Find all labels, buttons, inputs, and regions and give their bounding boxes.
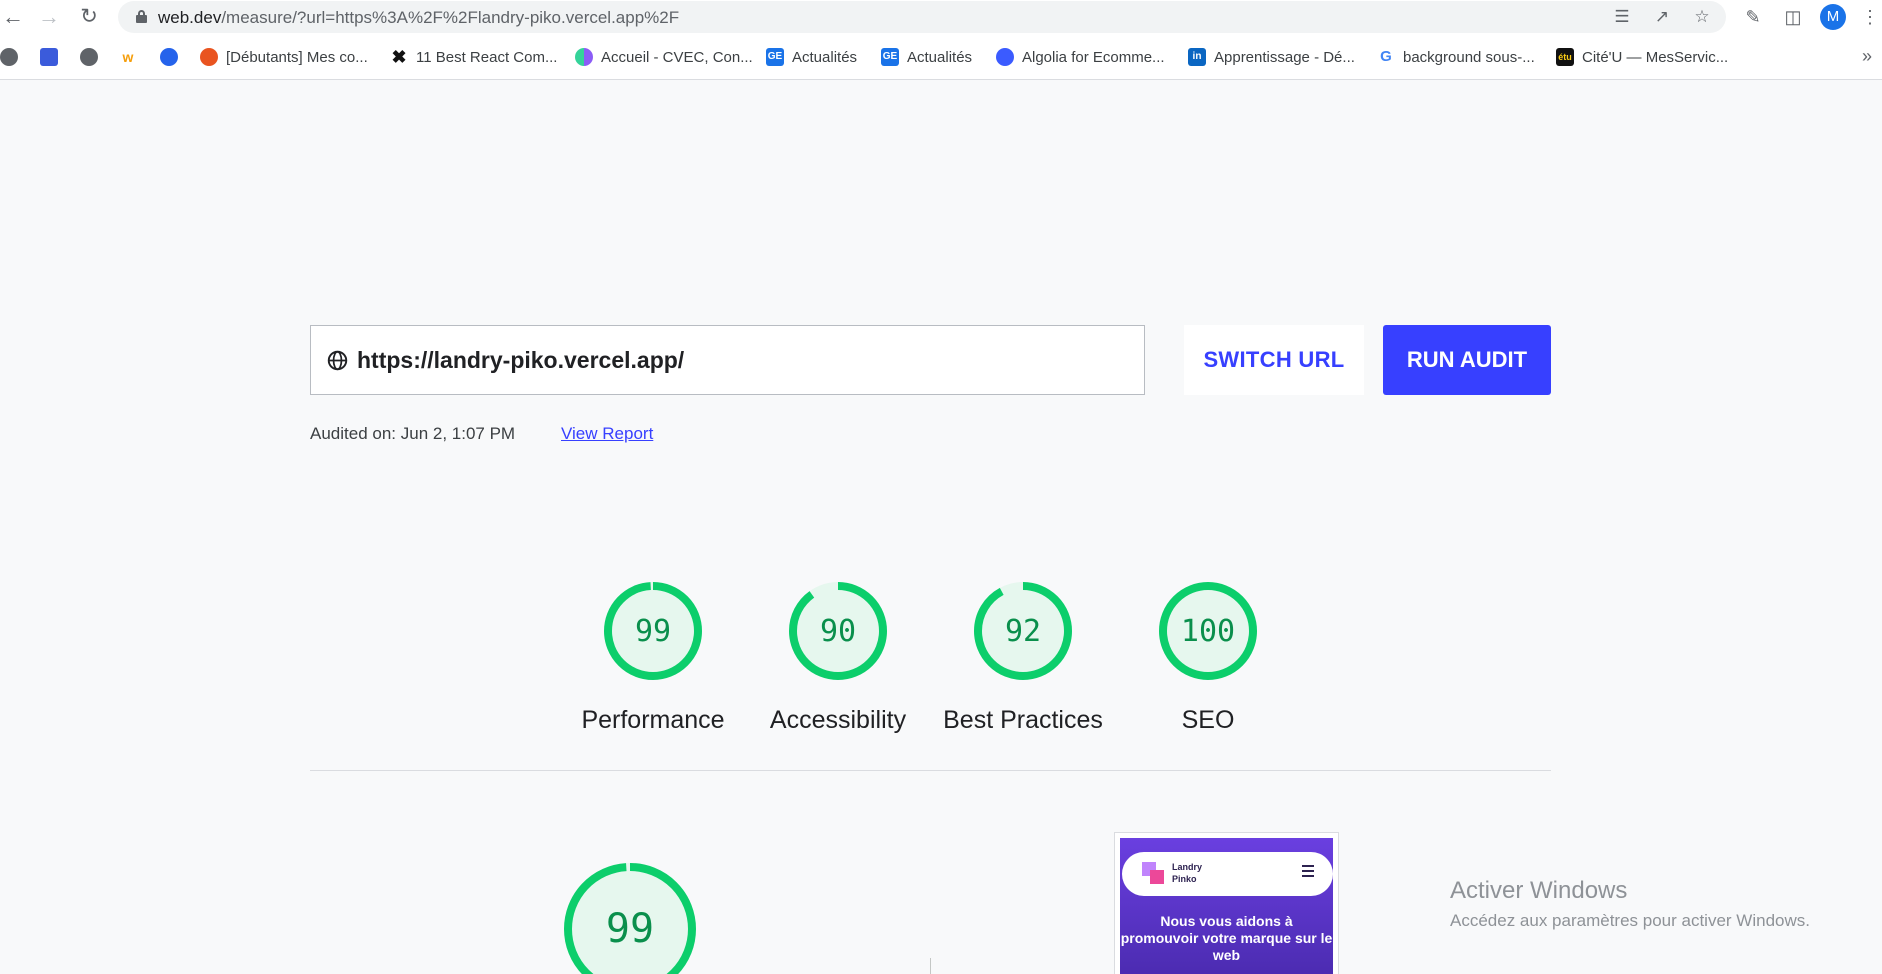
audit-url-input[interactable]: https://landry-piko.vercel.app/ <box>310 325 1145 395</box>
seo-score: 100 <box>1181 614 1235 649</box>
more-bookmarks-icon[interactable]: » <box>1862 46 1872 67</box>
ubuntu-icon <box>200 48 218 66</box>
best-practices-label: Best Practices <box>943 706 1103 734</box>
switch-url-button[interactable]: SWITCH URL <box>1184 325 1364 395</box>
windows-watermark-title: Activer Windows <box>1450 877 1628 904</box>
menu-kebab-icon[interactable]: ⋮ <box>1860 5 1880 29</box>
bookmark-item[interactable] <box>160 46 186 68</box>
address-url[interactable]: web.dev/measure/?url=https%3A%2F%2Flandr… <box>158 8 679 28</box>
bookmarks-bar: w [Débutants] Mes co... ✖ 11 Best React C… <box>0 34 1882 80</box>
extensions-icon[interactable]: ✎ <box>1741 5 1765 29</box>
bookmark-item[interactable] <box>80 46 106 68</box>
performance-detail-gauge: 99 <box>564 863 696 974</box>
bookmark-item[interactable]: w <box>119 46 145 68</box>
seo-gauge[interactable]: 100 <box>1156 579 1260 683</box>
preview-logo <box>1142 862 1166 886</box>
view-report-link[interactable]: View Report <box>561 424 653 444</box>
bookmark-item[interactable]: GE Actualités <box>766 46 857 68</box>
translate-icon[interactable]: ☰ <box>1612 7 1632 27</box>
bug-icon <box>160 48 178 66</box>
globe-icon <box>327 350 348 371</box>
bookmark-item[interactable]: Accueil - CVEC, Con... <box>575 46 753 68</box>
preview-hero-text: Nous vous aidons à promouvoir votre marq… <box>1120 913 1333 963</box>
run-audit-button[interactable]: RUN AUDIT <box>1383 325 1551 395</box>
bookmark-item[interactable]: in Apprentissage - Dé... <box>1188 46 1355 68</box>
accessibility-gauge[interactable]: 90 <box>786 579 890 683</box>
best-practices-score: 92 <box>1005 614 1041 649</box>
preview-menu-icon <box>1302 865 1314 877</box>
cvec-icon <box>575 48 593 66</box>
accessibility-score: 90 <box>820 614 856 649</box>
globe-icon <box>80 48 98 66</box>
ge-icon: GE <box>881 48 899 66</box>
reload-icon[interactable]: ↻ <box>76 4 102 30</box>
accessibility-label: Accessibility <box>769 706 907 734</box>
preview-brand: Landry Pinko <box>1172 862 1203 884</box>
globe-icon <box>0 48 18 66</box>
performance-detail-score: 99 <box>606 906 654 952</box>
google-icon: G <box>1377 48 1395 66</box>
audit-url-value: https://landry-piko.vercel.app/ <box>357 347 685 373</box>
bookmark-item[interactable]: étu Cité'U — MesServic... <box>1556 46 1728 68</box>
bookmark-star-icon[interactable]: ☆ <box>1692 7 1712 27</box>
algolia-icon <box>996 48 1014 66</box>
etu-icon: étu <box>1556 48 1574 66</box>
bookmark-item[interactable]: GE Actualités <box>881 46 972 68</box>
w3schools-icon: w <box>122 49 134 65</box>
bookmark-item[interactable]: ✖ 11 Best React Com... <box>390 46 557 68</box>
performance-score: 99 <box>635 614 671 649</box>
linkedin-icon: in <box>1188 48 1206 66</box>
url-host: web.dev <box>158 8 222 27</box>
bookmark-item[interactable]: Algolia for Ecomme... <box>996 46 1165 68</box>
address-bar[interactable]: web.dev/measure/?url=https%3A%2F%2Flandr… <box>118 1 1726 33</box>
browser-toolbar: ← → ↻ web.dev/measure/?url=https%3A%2F%2… <box>0 0 1882 34</box>
url-path: /measure/?url=https%3A%2F%2Flandry-piko.… <box>221 8 680 27</box>
preview-header: Landry Pinko <box>1122 852 1333 896</box>
performance-gauge[interactable]: 99 <box>601 579 705 683</box>
performance-label: Performance <box>581 706 725 734</box>
forward-icon[interactable]: → <box>36 4 62 30</box>
bookmark-item[interactable]: [Débutants] Mes co... <box>200 46 368 68</box>
home-app-icon <box>40 48 58 66</box>
metrics-separator <box>930 958 931 974</box>
bookmark-item[interactable] <box>0 46 26 68</box>
back-icon[interactable]: ← <box>0 4 26 30</box>
bookmark-item[interactable] <box>40 46 66 68</box>
ge-icon: GE <box>766 48 784 66</box>
best-practices-gauge[interactable]: 92 <box>971 579 1075 683</box>
profile-avatar[interactable]: M <box>1820 4 1846 30</box>
side-panel-icon[interactable]: ◫ <box>1781 5 1805 29</box>
lock-icon[interactable] <box>136 10 147 23</box>
preview-content: Landry Pinko Nous vous aidons à promouvoi… <box>1120 838 1333 974</box>
seo-label: SEO <box>1181 706 1235 734</box>
x-icon: ✖ <box>391 47 407 67</box>
share-icon[interactable]: ↗ <box>1652 7 1672 27</box>
windows-watermark-subtitle: Accédez aux paramètres pour activer Wind… <box>1450 911 1810 930</box>
section-divider <box>310 770 1551 771</box>
audited-on-text: Audited on: Jun 2, 1:07 PM <box>310 424 516 443</box>
bookmark-item[interactable]: Gbackground sous-... <box>1377 46 1535 68</box>
page-screenshot-preview: Landry Pinko Nous vous aidons à promouvoi… <box>1114 832 1339 974</box>
